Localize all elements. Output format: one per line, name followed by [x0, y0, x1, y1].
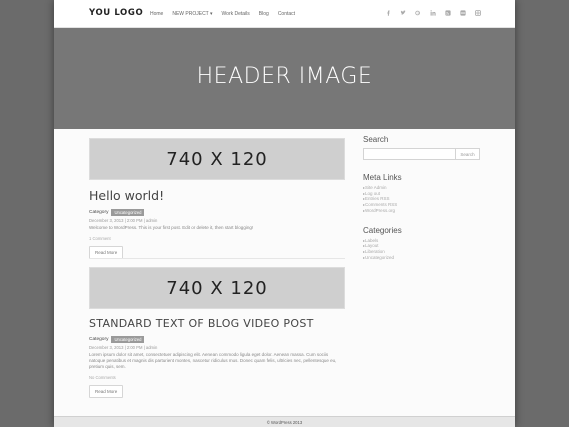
post-meta: December 3, 2013 | 2:00 PM | admin	[89, 345, 158, 350]
categories-list: Labels Layout Liberation Uncategorized	[363, 238, 481, 261]
menu-item-work-details[interactable]: Work Details	[222, 11, 250, 17]
menu-item-blog[interactable]: Blog	[259, 11, 269, 17]
read-more-button[interactable]: Read More	[89, 385, 124, 398]
site-footer: © WordPress 2013	[54, 416, 515, 427]
blog-post: 740 X 120 Hello world! Category Uncatego…	[89, 138, 345, 259]
post-category: Category Uncategorized	[89, 209, 345, 216]
header-image-banner: HEADER IMAGE	[54, 28, 515, 129]
footer-copyright: © WordPress 2013	[266, 420, 303, 425]
post-title[interactable]: STANDARD TEXT OF BLOG VIDEO POST	[89, 317, 345, 330]
search-button[interactable]: Search	[456, 148, 480, 160]
post-category: Category Uncategorized	[89, 336, 345, 343]
sidebar: Search Search Meta Links Site Admin Log …	[363, 135, 481, 260]
meta-link[interactable]: WordPress.org	[363, 208, 481, 214]
search-input[interactable]	[363, 148, 456, 160]
category-link[interactable]: Uncategorized	[363, 255, 481, 261]
rss-icon[interactable]	[445, 10, 451, 16]
category-tag[interactable]: Uncategorized	[111, 209, 145, 216]
site-logo[interactable]: YOU LOGO	[89, 8, 143, 18]
instagram-icon[interactable]	[475, 10, 481, 16]
menu-item-home[interactable]: Home	[150, 11, 163, 17]
post-title[interactable]: Hello world!	[89, 188, 345, 203]
social-links	[376, 10, 481, 16]
meta-links-list: Site Admin Log out Entries RSS Comments …	[363, 185, 481, 214]
post-image-placeholder[interactable]: 740 X 120	[89, 267, 345, 309]
comments-link[interactable]: No Comments	[89, 375, 345, 380]
category-label: Category	[89, 337, 109, 342]
post-meta: December 3, 2013 | 2:00 PM | admin	[89, 218, 158, 223]
menu-item-contact[interactable]: Contact	[278, 11, 295, 17]
twitter-icon[interactable]	[400, 10, 406, 16]
search-form: Search	[363, 148, 480, 160]
main-menu: Home NEW PROJECT ▾ Work Details Blog Con…	[150, 11, 304, 17]
comments-link[interactable]: 1 Comment	[89, 236, 345, 241]
meta-links-title: Meta Links	[363, 173, 402, 182]
google-plus-icon[interactable]	[415, 10, 421, 16]
header-image-title: HEADER IMAGE	[196, 64, 373, 89]
post-excerpt: Welcome to WordPress. This is your first…	[89, 225, 254, 230]
category-tag[interactable]: Uncategorized	[111, 336, 145, 343]
post-image-placeholder[interactable]: 740 X 120	[89, 138, 345, 180]
categories-title: Categories	[363, 225, 402, 235]
post-divider	[89, 258, 345, 259]
category-label: Category	[89, 210, 109, 215]
top-navbar: YOU LOGO Home NEW PROJECT ▾ Work Details…	[54, 0, 515, 28]
post-excerpt: Lorem ipsum dolor sit amet, consectetuer…	[89, 352, 337, 369]
blog-post: 740 X 120 STANDARD TEXT OF BLOG VIDEO PO…	[89, 267, 345, 398]
linkedin-icon[interactable]	[430, 10, 436, 16]
menu-item-new-project[interactable]: NEW PROJECT ▾	[172, 11, 212, 17]
flickr-icon[interactable]	[460, 10, 466, 16]
page: YOU LOGO Home NEW PROJECT ▾ Work Details…	[54, 0, 515, 427]
search-widget-title: Search	[363, 135, 389, 144]
facebook-icon[interactable]	[385, 10, 391, 16]
